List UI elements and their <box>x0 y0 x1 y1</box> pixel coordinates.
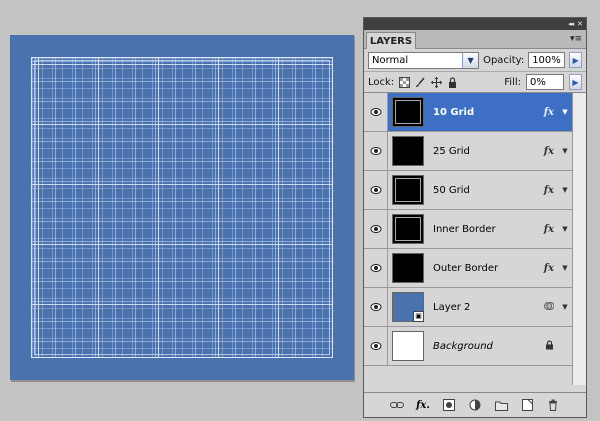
panel-tab-row: LAYERS ▾≡ <box>364 30 586 49</box>
layer-row[interactable]: 10 Grid fx ▼ <box>364 93 572 132</box>
visibility-eye-icon[interactable] <box>364 288 388 326</box>
lock-all-icon[interactable] <box>447 76 458 88</box>
expand-effects-icon[interactable]: ▼ <box>560 147 570 155</box>
layer-name[interactable]: 10 Grid <box>433 107 544 118</box>
blend-row: Normal ▼ Opacity: 100% ▶ <box>364 49 586 72</box>
effects-icon[interactable]: fx <box>544 146 554 157</box>
fx-menu-icon[interactable]: fx. <box>415 398 431 412</box>
layers-scrollbar[interactable] <box>572 93 586 385</box>
visibility-eye-icon[interactable] <box>364 210 388 248</box>
opacity-field[interactable]: 100% <box>528 52 566 68</box>
link-icon[interactable] <box>389 398 405 412</box>
lock-move-icon[interactable] <box>431 76 443 88</box>
layer-name[interactable]: 25 Grid <box>433 146 544 157</box>
fill-value: 0% <box>530 76 546 88</box>
layer-thumbnail <box>392 175 424 205</box>
opacity-slider-button[interactable]: ▶ <box>569 52 582 68</box>
panel-titlebar: ◂◂ ✕ <box>364 18 586 30</box>
layer-thumbnail <box>392 331 424 361</box>
effects-icon[interactable]: fx <box>544 263 554 274</box>
trash-icon[interactable] <box>545 398 561 412</box>
expand-effects-icon[interactable]: ▼ <box>560 264 570 272</box>
lock-label: Lock: <box>368 76 395 88</box>
lock-brush-icon[interactable] <box>415 77 426 88</box>
fill-field[interactable]: 0% <box>526 74 564 90</box>
layer-thumbnail <box>392 97 424 127</box>
lock-transparency-icon[interactable] <box>399 76 411 88</box>
new-layer-icon[interactable] <box>519 398 535 412</box>
layer-thumbnail: ▣ <box>392 292 424 322</box>
layer-row[interactable]: Outer Border fx ▼ <box>364 249 572 288</box>
opacity-label: Opacity: <box>483 54 525 66</box>
blend-mode-value: Normal <box>372 54 409 66</box>
layer-thumbnail <box>392 253 424 283</box>
opacity-value: 100% <box>532 54 561 66</box>
effects-icon[interactable]: fx <box>544 185 554 196</box>
mask-icon[interactable] <box>441 398 457 412</box>
expand-effects-icon[interactable]: ▼ <box>560 303 570 311</box>
layer-row[interactable]: 25 Grid fx ▼ <box>364 132 572 171</box>
visibility-eye-icon[interactable] <box>364 249 388 287</box>
fill-label: Fill: <box>504 76 521 88</box>
layer-list: 10 Grid fx ▼ 25 Grid fx ▼ 50 Grid fx ▼ I… <box>364 93 586 385</box>
visibility-eye-icon[interactable] <box>364 132 388 170</box>
chevron-down-icon: ▼ <box>462 52 479 68</box>
expand-effects-icon[interactable]: ▼ <box>560 108 570 116</box>
blend-indicator-icon <box>544 301 555 314</box>
fill-slider-button[interactable]: ▶ <box>569 74 582 90</box>
blend-mode-select[interactable]: Normal ▼ <box>368 51 480 69</box>
effects-icon[interactable]: fx <box>544 107 554 118</box>
adjustment-icon[interactable] <box>467 398 483 412</box>
panel-menu-icon[interactable]: ▾≡ <box>570 34 582 44</box>
visibility-eye-icon[interactable] <box>364 171 388 209</box>
effects-icon[interactable]: fx <box>544 224 554 235</box>
close-icon[interactable]: ✕ <box>577 20 583 28</box>
layer-thumbnail <box>392 214 424 244</box>
collapse-icon[interactable]: ◂◂ <box>568 20 574 28</box>
layers-panel: ◂◂ ✕ LAYERS ▾≡ Normal ▼ Opacity: 100% ▶ … <box>363 17 587 418</box>
expand-effects-icon[interactable]: ▼ <box>560 225 570 233</box>
layer-row[interactable]: Background <box>364 327 572 366</box>
layer-row[interactable]: Inner Border fx ▼ <box>364 210 572 249</box>
layer-name[interactable]: Outer Border <box>433 263 544 274</box>
layer-row[interactable]: ▣ Layer 2 ▼ <box>364 288 572 327</box>
layer-name[interactable]: Layer 2 <box>433 302 544 313</box>
visibility-eye-icon[interactable] <box>364 93 388 131</box>
lock-row: Lock: Fill: 0% ▶ <box>364 72 586 93</box>
inner-border-outline <box>34 60 330 355</box>
layer-name[interactable]: 50 Grid <box>433 185 544 196</box>
document-canvas[interactable] <box>10 35 354 380</box>
folder-icon[interactable] <box>493 398 509 412</box>
expand-effects-icon[interactable]: ▼ <box>560 186 570 194</box>
layer-name[interactable]: Background <box>433 341 545 352</box>
tab-layers[interactable]: LAYERS <box>366 32 416 49</box>
smart-object-icon: ▣ <box>413 311 424 322</box>
layer-name[interactable]: Inner Border <box>433 224 544 235</box>
layer-row[interactable]: 50 Grid fx ▼ <box>364 171 572 210</box>
layer-thumbnail <box>392 136 424 166</box>
layer-lock-icon <box>545 339 554 353</box>
visibility-eye-icon[interactable] <box>364 327 388 365</box>
panel-footer: fx. <box>364 392 586 417</box>
